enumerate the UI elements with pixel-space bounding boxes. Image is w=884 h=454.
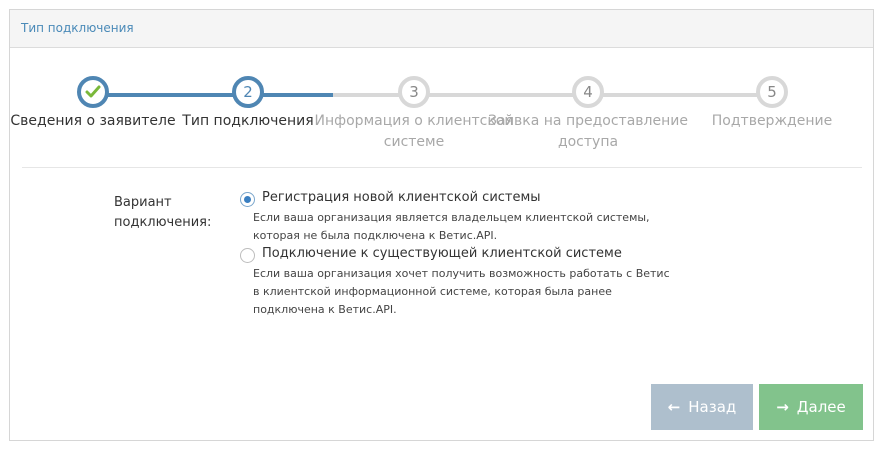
step-4-circle: 4	[572, 76, 604, 108]
option-existing-client-system-description: Если ваша организация хочет получить воз…	[253, 267, 670, 316]
divider	[22, 167, 862, 168]
step-5-circle: 5	[756, 76, 788, 108]
arrow-left-icon: ←	[667, 398, 681, 416]
step-1-circle	[77, 76, 109, 108]
back-button-label: Назад	[688, 398, 737, 416]
step-3-circle: 3	[398, 76, 430, 108]
radio-existing-client-system[interactable]	[240, 248, 255, 263]
step-2-circle: 2	[232, 76, 264, 108]
next-button-label: Далее	[796, 398, 846, 416]
progress-track-done	[102, 93, 333, 97]
option-existing-client-system-title[interactable]: Подключение к существующей клиентской си…	[262, 246, 622, 261]
connection-variant-label: Вариант подключения:	[114, 195, 212, 230]
back-button[interactable]: ← Назад	[651, 384, 753, 430]
step-3-label: Информация о клиентской системе	[314, 113, 514, 150]
arrow-right-icon: →	[776, 398, 789, 416]
checkmark-icon	[85, 85, 101, 98]
wizard-panel: Тип подключения Сведения о заявителе 2 Т…	[9, 9, 874, 441]
option-new-client-system-title[interactable]: Регистрация новой клиентской системы	[262, 190, 541, 205]
step-5-label: Подтверждение	[711, 113, 833, 129]
option-new-client-system-description: Если ваша организация является владельце…	[253, 211, 650, 242]
step-4-label: Заявка на предоставление доступа	[488, 113, 688, 150]
panel-title: Тип подключения	[10, 10, 873, 48]
wizard-steps: Сведения о заявителе 2 Тип подключения 3…	[10, 48, 873, 168]
next-button[interactable]: → Далее	[759, 384, 863, 430]
radio-new-client-system[interactable]	[240, 192, 255, 207]
